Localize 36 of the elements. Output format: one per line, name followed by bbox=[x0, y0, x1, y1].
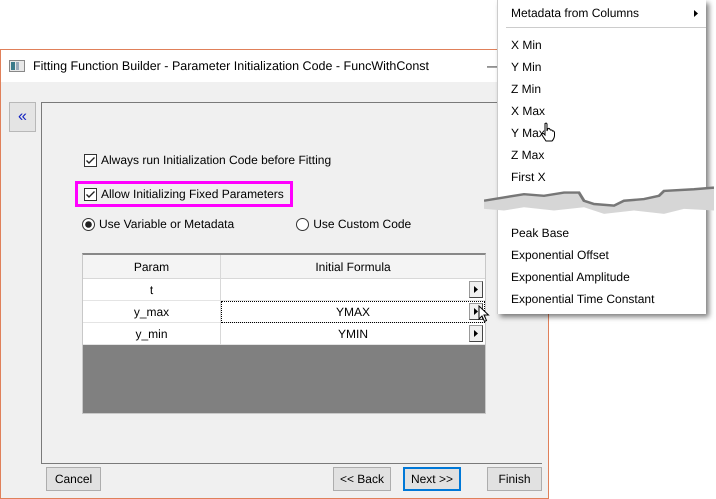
radio-button[interactable] bbox=[82, 218, 95, 230]
triangle-icon bbox=[474, 308, 478, 315]
radio-label[interactable]: Use Variable or Metadata bbox=[99, 217, 234, 231]
checkbox[interactable] bbox=[84, 188, 97, 200]
checkbox[interactable] bbox=[84, 154, 97, 166]
menu-item[interactable]: X Max bbox=[498, 100, 706, 122]
submenu-arrow-icon bbox=[694, 10, 698, 16]
column-header: Initial Formula bbox=[314, 258, 392, 276]
dialog-button[interactable]: Finish bbox=[487, 467, 542, 491]
menu-item[interactable]: Exponential Amplitude bbox=[498, 266, 706, 288]
collapse-button[interactable]: « bbox=[9, 102, 36, 132]
menu-item[interactable]: Z Max bbox=[498, 144, 706, 166]
menu-item[interactable]: Peak Base bbox=[498, 222, 706, 244]
table-cell: y_min bbox=[83, 323, 221, 345]
dialog-button[interactable]: Next >> bbox=[402, 467, 461, 491]
radio-button[interactable] bbox=[296, 218, 310, 230]
triangle-icon bbox=[474, 330, 478, 337]
cell-menu-button[interactable] bbox=[469, 281, 483, 298]
menu-item[interactable]: X Min bbox=[498, 34, 706, 56]
menu-item[interactable]: Exponential Offset bbox=[498, 244, 706, 266]
window-title: Fitting Function Builder - Parameter Initialization Code - FuncWithConst bbox=[33, 59, 429, 73]
window-app-icon bbox=[9, 60, 25, 72]
menu-item[interactable]: Y Min bbox=[498, 56, 706, 78]
dialog-button[interactable]: Cancel bbox=[46, 467, 101, 491]
cell-menu-button[interactable] bbox=[469, 325, 483, 342]
triangle-icon bbox=[474, 286, 478, 293]
dialog-button[interactable]: << Back bbox=[332, 467, 391, 491]
table-cell[interactable]: YMIN bbox=[221, 323, 485, 345]
menu-item[interactable]: Z Min bbox=[498, 78, 706, 100]
radio-label[interactable]: Use Custom Code bbox=[313, 217, 412, 231]
column-header: Param bbox=[83, 255, 221, 278]
menu-item[interactable]: First X bbox=[498, 166, 706, 188]
checkbox-label[interactable]: Always run Initialization Code before Fitting bbox=[101, 153, 332, 167]
submenu-item[interactable]: Metadata from Columns bbox=[498, 2, 706, 24]
checkbox-label[interactable]: Allow Initializing Fixed Parameters bbox=[101, 187, 284, 201]
menu-item[interactable]: Exponential Time Constant bbox=[498, 288, 706, 310]
